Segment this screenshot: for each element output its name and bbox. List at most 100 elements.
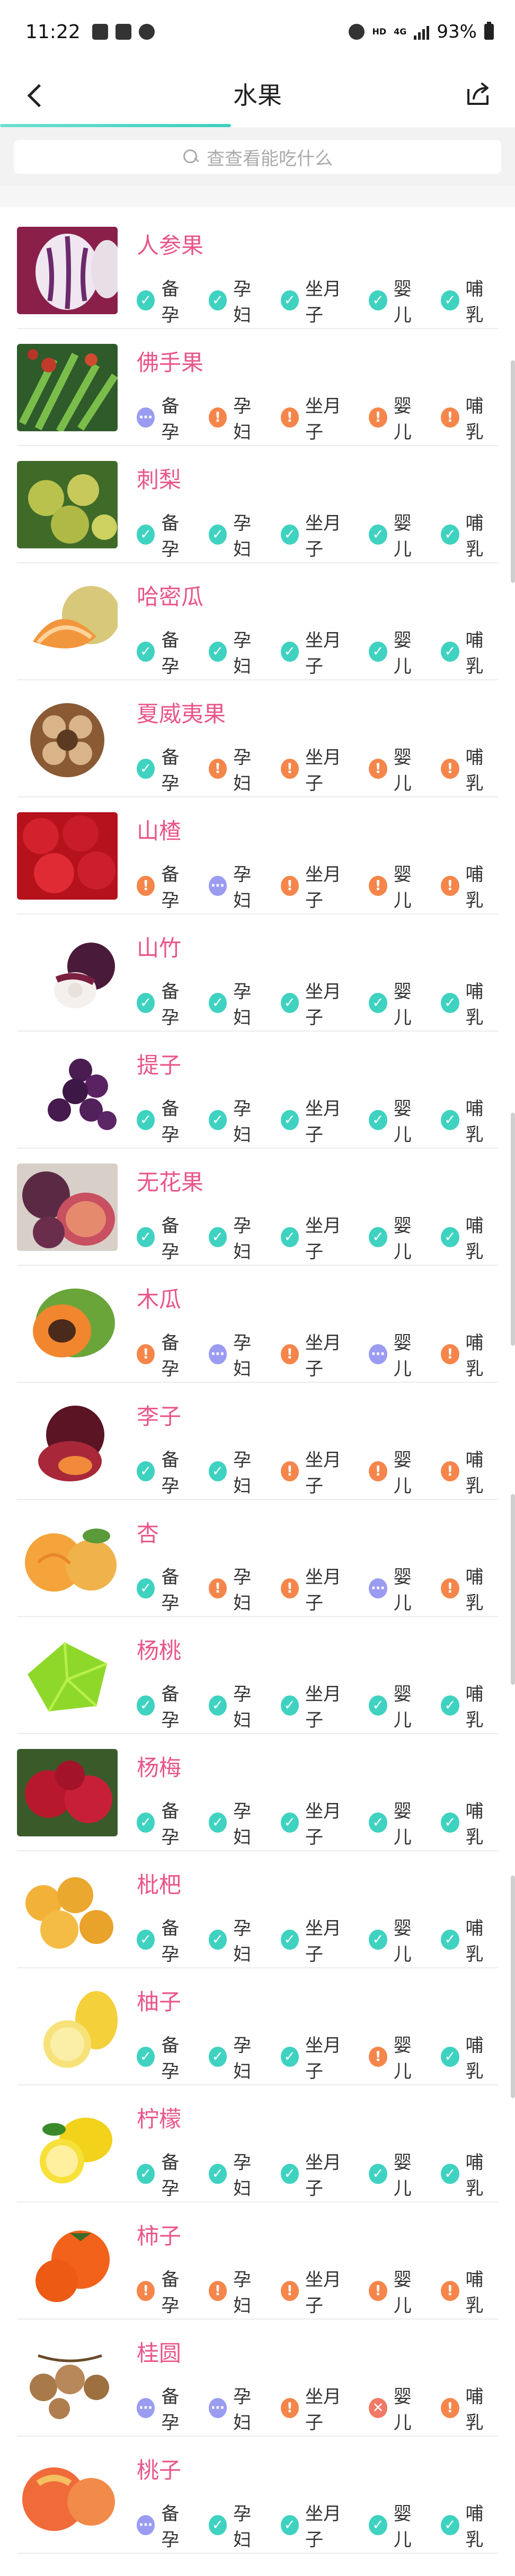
food-row[interactable]: 杨梅 ✓ 备孕 ✓ 孕妇 ✓ 坐月子 ✓ 婴儿 ✓ 哺乳 — [17, 1734, 498, 1851]
check-icon: ✓ — [441, 993, 459, 1013]
exclamation-icon: ! — [369, 759, 387, 779]
tag-label: 哺乳 — [465, 1684, 484, 1731]
suitability-tag: ✓ 坐月子 — [280, 1914, 354, 1966]
food-row[interactable]: 桃子 ⋯ 备孕 ✓ 孕妇 ✓ 坐月子 ✓ 婴儿 ✓ 哺乳 — [17, 2437, 498, 2554]
network-label: HD — [372, 26, 387, 37]
suitability-tag: ! 哺乳 — [441, 1445, 498, 1497]
exclamation-icon: ! — [280, 759, 299, 779]
tag-label: 孕妇 — [233, 2386, 252, 2433]
status-bar: 11:22 HD 4G 93% — [0, 0, 515, 64]
food-row[interactable]: 刺梨 ✓ 备孕 ✓ 孕妇 ✓ 坐月子 ✓ 婴儿 ✓ 哺乳 — [17, 446, 498, 563]
suitability-tag: ! 孕妇 — [208, 1562, 266, 1614]
suitability-tag: ⋯ 备孕 — [137, 2382, 194, 2434]
tag-label: 孕妇 — [233, 1918, 252, 1965]
suitability-tag: ✓ 哺乳 — [441, 1797, 498, 1849]
food-row[interactable]: 杏 ✓ 备孕! 孕妇! 坐月子 ⋯ 婴儿! 哺乳 — [17, 1500, 498, 1617]
tag-label: 哺乳 — [465, 1333, 484, 1380]
tag-label: 婴儿 — [393, 1098, 412, 1145]
exclamation-icon: ! — [137, 1344, 155, 1364]
exclamation-icon: ! — [208, 759, 227, 779]
fruit-thumbnail — [17, 1866, 118, 1953]
suitability-tag: ! 坐月子 — [280, 1445, 354, 1497]
suitability-tag: ✓ 孕妇 — [208, 1211, 266, 1263]
exclamation-icon: ! — [280, 1344, 299, 1364]
suitability-tags: ✓ 备孕 ✓ 孕妇! 坐月子! 婴儿! 哺乳 — [137, 1445, 498, 1497]
food-row[interactable]: 李子 ✓ 备孕 ✓ 孕妇! 坐月子! 婴儿! 哺乳 — [17, 1383, 498, 1500]
tag-label: 哺乳 — [465, 513, 484, 560]
suitability-tag: ✓ 哺乳 — [441, 1914, 498, 1966]
tag-label: 备孕 — [161, 1918, 180, 1965]
tag-label: 坐月子 — [305, 1684, 341, 1731]
food-row[interactable]: 佛手果 ⋯ 备孕! 孕妇! 坐月子! 婴儿! 哺乳 — [17, 329, 498, 446]
tag-label: 孕妇 — [233, 1567, 252, 1614]
fruit-thumbnail — [17, 1632, 118, 1719]
tag-label: 坐月子 — [305, 2503, 341, 2551]
share-icon[interactable] — [462, 78, 494, 110]
fruit-thumbnail — [17, 1515, 118, 1602]
tag-label: 备孕 — [161, 1801, 180, 1848]
suitability-tag: ✓ 哺乳 — [441, 1211, 498, 1263]
exclamation-icon: ! — [369, 407, 387, 428]
suitability-tag: ✓ 坐月子 — [280, 626, 354, 678]
suitability-tag: ✓ 孕妇 — [208, 1445, 266, 1497]
tag-label: 孕妇 — [233, 279, 252, 326]
suitability-tag: ✓ 坐月子 — [280, 1211, 354, 1263]
suitability-tags: ✓ 备孕 ✓ 孕妇 ✓ 坐月子 ✓ 婴儿 ✓ 哺乳 — [137, 2148, 498, 2200]
scrollbar-segment — [511, 1876, 515, 2098]
tag-label: 婴儿 — [393, 2152, 412, 2199]
ellipsis-icon: ⋯ — [208, 876, 227, 896]
food-row[interactable]: 无花果 ✓ 备孕 ✓ 孕妇 ✓ 坐月子 ✓ 婴儿 ✓ 哺乳 — [17, 1149, 498, 1266]
tag-label: 备孕 — [161, 2503, 180, 2551]
check-icon: ✓ — [369, 1110, 387, 1130]
exclamation-icon: ! — [208, 2281, 227, 2301]
suitability-tag: ✓ 坐月子 — [280, 2499, 354, 2551]
check-icon: ✓ — [208, 1930, 227, 1950]
check-icon: ✓ — [280, 290, 299, 310]
tag-label: 哺乳 — [465, 396, 484, 443]
network-type-label: 4G — [394, 26, 407, 37]
suitability-tag: ✓ 哺乳 — [441, 2031, 498, 2083]
suitability-tag: ! 婴儿 — [369, 392, 426, 443]
food-row[interactable]: 人参果 ✓ 备孕 ✓ 孕妇 ✓ 坐月子 ✓ 婴儿 ✓ 哺乳 — [17, 212, 498, 329]
food-row[interactable]: 木瓜! 备孕 ⋯ 孕妇! 坐月子 ⋯ 婴儿! 哺乳 — [17, 1266, 498, 1383]
tag-label: 哺乳 — [465, 2386, 484, 2433]
food-row[interactable]: 夏威夷果 ✓ 备孕! 孕妇! 坐月子! 婴儿! 哺乳 — [17, 680, 498, 797]
tag-label: 哺乳 — [465, 2152, 484, 2199]
food-row[interactable]: 柚子 ✓ 备孕 ✓ 孕妇 ✓ 坐月子! 婴儿 ✓ 哺乳 — [17, 1968, 498, 2085]
suitability-tag: ✓ 坐月子 — [280, 977, 354, 1029]
suitability-tag: ✓ 备孕 — [137, 2031, 194, 2083]
food-row[interactable]: 提子 ✓ 备孕 ✓ 孕妇 ✓ 坐月子 ✓ 婴儿 ✓ 哺乳 — [17, 1032, 498, 1149]
suitability-tags: ✓ 备孕 ✓ 孕妇 ✓ 坐月子 ✓ 婴儿 ✓ 哺乳 — [137, 1797, 498, 1849]
exclamation-icon: ! — [441, 759, 459, 779]
fruit-name: 提子 — [137, 1052, 182, 1078]
fruit-name: 山竹 — [137, 935, 182, 961]
status-right: HD 4G 93% — [349, 21, 494, 42]
suitability-tags: ✓ 备孕 ✓ 孕妇 ✓ 坐月子 ✓ 婴儿 ✓ 哺乳 — [137, 509, 498, 561]
suitability-tag: ✓ 婴儿 — [369, 626, 426, 678]
page-title: 水果 — [233, 81, 282, 110]
food-row[interactable]: 柿子! 备孕! 孕妇! 坐月子! 婴儿! 哺乳 — [17, 2202, 498, 2320]
food-row[interactable]: 山竹 ✓ 备孕 ✓ 孕妇 ✓ 坐月子 ✓ 婴儿 ✓ 哺乳 — [17, 914, 498, 1032]
tag-label: 婴儿 — [393, 2269, 412, 2316]
suitability-tags: ✓ 备孕 ✓ 孕妇 ✓ 坐月子 ✓ 婴儿 ✓ 哺乳 — [137, 1211, 498, 1263]
check-icon: ✓ — [208, 642, 227, 662]
check-icon: ✓ — [369, 1227, 387, 1247]
tag-label: 哺乳 — [465, 1801, 484, 1848]
tag-label: 备孕 — [161, 2152, 180, 2199]
food-row[interactable]: 桂圆 ⋯ 备孕 ⋯ 孕妇! 坐月子 ✕ 婴儿! 哺乳 — [17, 2320, 498, 2437]
tag-label: 婴儿 — [393, 630, 412, 677]
suitability-tag: ! 哺乳 — [441, 860, 498, 912]
check-icon: ✓ — [441, 1695, 459, 1716]
exclamation-icon: ! — [369, 1461, 387, 1481]
food-row[interactable]: 山楂! 备孕 ⋯ 孕妇! 坐月子! 婴儿! 哺乳 — [17, 797, 498, 914]
fruit-name: 人参果 — [137, 233, 204, 259]
food-row[interactable]: 柠檬 ✓ 备孕 ✓ 孕妇 ✓ 坐月子 ✓ 婴儿 ✓ 哺乳 — [17, 2085, 498, 2202]
food-row[interactable]: 枇杷 ✓ 备孕 ✓ 孕妇 ✓ 坐月子 ✓ 婴儿 ✓ 哺乳 — [17, 1851, 498, 1968]
tag-label: 婴儿 — [393, 1567, 412, 1614]
food-row[interactable]: 哈密瓜 ✓ 备孕 ✓ 孕妇 ✓ 坐月子 ✓ 婴儿 ✓ 哺乳 — [17, 563, 498, 680]
food-row[interactable]: 杨桃 ✓ 备孕 ✓ 孕妇 ✓ 坐月子 ✓ 婴儿 ✓ 哺乳 — [17, 1617, 498, 1734]
tag-label: 哺乳 — [465, 2269, 484, 2316]
suitability-tag: ✓ 孕妇 — [208, 977, 266, 1029]
search-input[interactable]: 查查看能吃什么 — [14, 140, 501, 174]
scrollbar[interactable] — [511, 360, 515, 583]
